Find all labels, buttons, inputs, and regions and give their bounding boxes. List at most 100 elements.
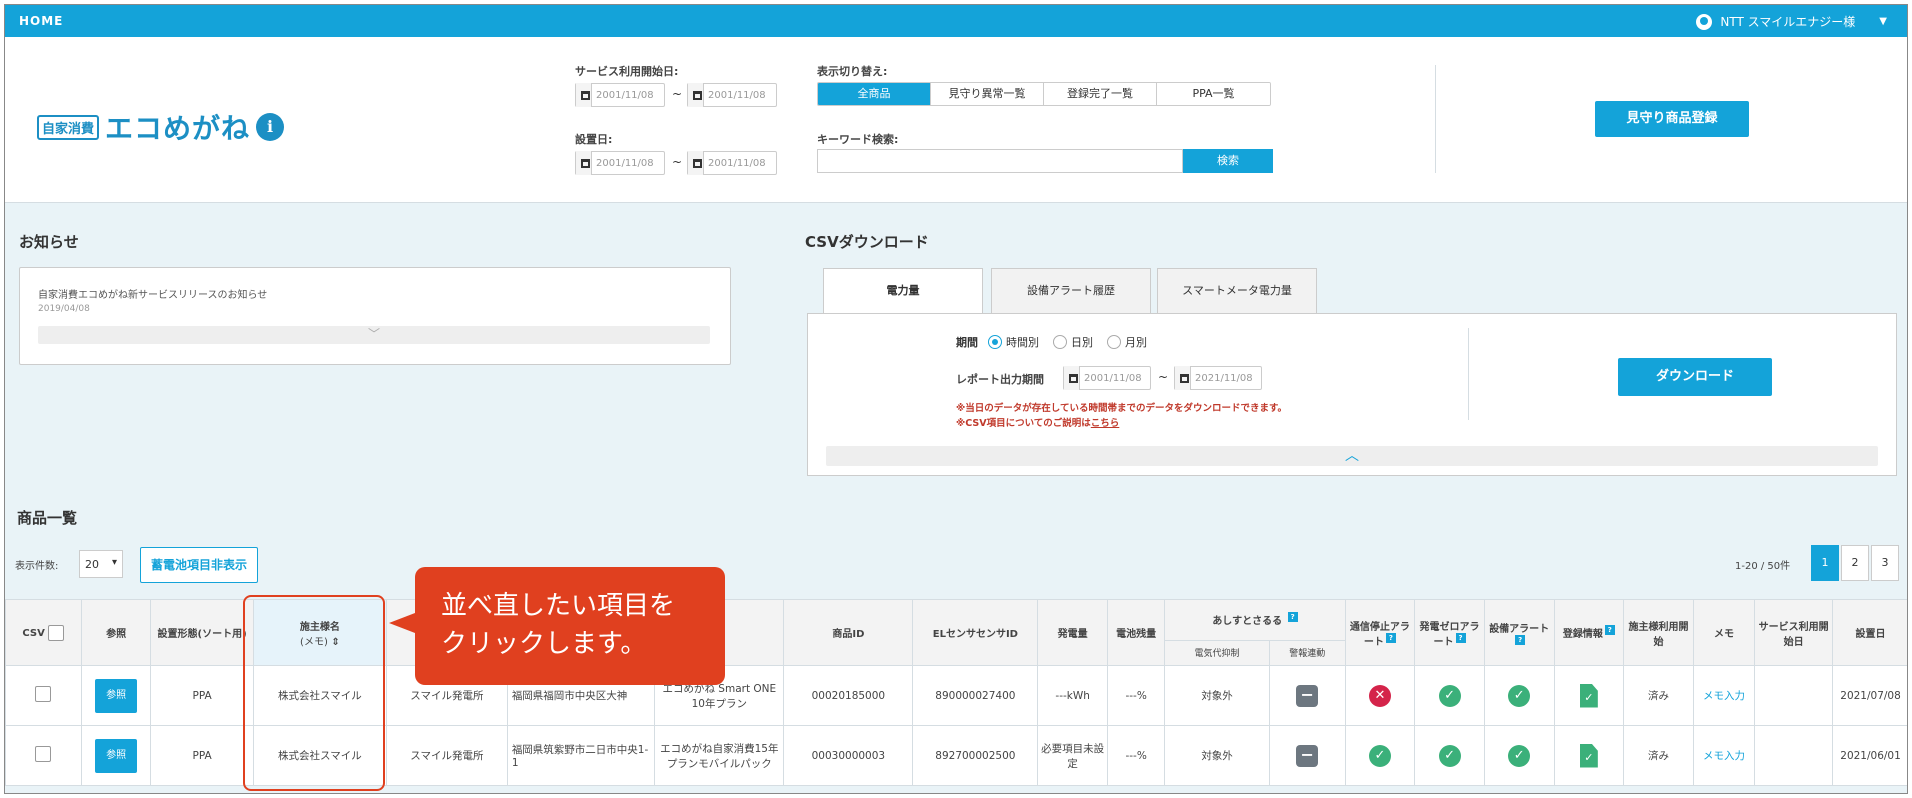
period-hourly[interactable]: 時間別 xyxy=(988,334,1039,350)
col-owner[interactable]: 施主様名 (メモ) ⇕ xyxy=(252,599,387,666)
service-start-from[interactable]: 2001/11/08 xyxy=(575,83,665,107)
cell-owner: 株式会社スマイル xyxy=(252,665,387,726)
logo-name: エコめがね xyxy=(105,112,251,145)
callout-line-1: 並べ直したい項目を xyxy=(441,591,676,621)
logo: 自家消費 エコめがね i xyxy=(37,107,285,147)
info-icon[interactable]: i xyxy=(256,113,285,141)
tab-power[interactable]: 電力量 xyxy=(823,268,983,315)
calendar-icon xyxy=(576,151,592,175)
check-icon: ✓ xyxy=(1508,684,1531,707)
service-start-to[interactable]: 2001/11/08 xyxy=(687,83,777,107)
check-icon: ✓ xyxy=(1438,744,1461,767)
home-link[interactable]: HOME xyxy=(19,14,63,28)
document-icon[interactable]: ✓ xyxy=(1579,743,1598,768)
csv-help-link[interactable]: こちら xyxy=(1091,418,1120,429)
view-option-all[interactable]: 全商品 xyxy=(818,83,931,105)
count-label: 表示件数: xyxy=(15,561,59,572)
view-option-registered[interactable]: 登録完了一覧 xyxy=(1044,83,1157,105)
col-el-sensor[interactable]: ELセンサセンサID xyxy=(912,599,1039,666)
row-checkbox[interactable] xyxy=(35,746,52,762)
page-size-select[interactable]: 20 xyxy=(79,550,123,578)
service-start-label: サービス利用開始日: xyxy=(575,65,679,78)
document-icon[interactable]: ✓ xyxy=(1579,683,1598,708)
row-checkbox[interactable] xyxy=(35,686,52,702)
help-icon[interactable]: ? xyxy=(1385,632,1396,643)
col-ref[interactable]: 参照 xyxy=(80,599,152,666)
error-icon: ✕ xyxy=(1368,684,1391,707)
expand-notice-button[interactable]: ﹀ xyxy=(38,326,710,344)
table-row: 参照 PPA 株式会社スマイル スマイル発電所 福岡県福岡市中央区大神 エコめが… xyxy=(5,665,1907,726)
cell-installed: 2021/07/08 xyxy=(1832,665,1907,726)
page-3[interactable]: 3 xyxy=(1871,545,1899,581)
collapse-csv-button[interactable]: ︿ xyxy=(826,446,1878,466)
col-product-id[interactable]: 商品ID xyxy=(783,599,914,666)
col-comm-alert[interactable]: 通信停止アラート? xyxy=(1344,599,1416,666)
period-monthly[interactable]: 月別 xyxy=(1107,334,1147,350)
help-icon[interactable]: ? xyxy=(1287,612,1298,623)
select-all-checkbox[interactable] xyxy=(48,624,65,641)
notice-panel: 自家消費エコめがね新サービスリリースのお知らせ 2019/04/08 ﹀ xyxy=(19,267,731,365)
cell-el-sensor: 892700002500 xyxy=(912,725,1039,786)
view-switch-label: 表示切り替え: xyxy=(817,65,888,78)
col-generation[interactable]: 発電量 xyxy=(1037,599,1108,666)
cell-type: PPA xyxy=(150,725,254,786)
notice-item[interactable]: 自家消費エコめがね新サービスリリースのお知らせ xyxy=(38,286,267,301)
col-service-start[interactable]: サービス利用開始日 xyxy=(1754,599,1834,666)
download-button[interactable]: ダウンロード xyxy=(1618,358,1772,396)
table-row: 参照 PPA 株式会社スマイル スマイル発電所 福岡県筑紫野市二日市中央1-1 … xyxy=(5,725,1907,786)
range-separator: ~ xyxy=(672,87,683,101)
check-icon: ✓ xyxy=(1508,744,1531,767)
col-memo[interactable]: メモ xyxy=(1692,599,1756,666)
search-button[interactable]: 検索 xyxy=(1183,149,1273,173)
notice-title: お知らせ xyxy=(19,233,79,251)
chevron-up-icon: ︿ xyxy=(1345,448,1359,464)
col-registration[interactable]: 登録情報? xyxy=(1553,599,1625,666)
cell-product-id: 00030000003 xyxy=(783,725,914,786)
install-date-from[interactable]: 2001/11/08 xyxy=(575,151,665,175)
period-daily[interactable]: 日別 xyxy=(1053,334,1093,350)
col-suppress: 電気代抑制 xyxy=(1164,639,1270,667)
report-period-label: レポート出力期間 xyxy=(956,373,1044,386)
install-date-to[interactable]: 2001/11/08 xyxy=(687,151,777,175)
help-icon[interactable]: ? xyxy=(1515,634,1526,645)
ref-button[interactable]: 参照 xyxy=(95,738,138,773)
minus-icon: − xyxy=(1296,684,1319,707)
report-from[interactable]: 2001/11/08 xyxy=(1063,366,1151,390)
cell-address: 福岡県筑紫野市二日市中央1-1 xyxy=(506,725,656,786)
col-owner-start[interactable]: 施主様利用開始 xyxy=(1623,599,1694,666)
cell-product-id: 00020185000 xyxy=(783,665,914,726)
col-installed[interactable]: 設置日 xyxy=(1832,599,1907,666)
sort-icon[interactable]: ⇕ xyxy=(331,637,339,648)
report-to[interactable]: 2021/11/08 xyxy=(1174,366,1262,390)
memo-link[interactable]: メモ入力 xyxy=(1703,690,1745,702)
col-type[interactable]: 設置形態(ソート用) xyxy=(150,599,254,666)
cell-owner-start: 済み xyxy=(1623,665,1694,726)
col-zero-alert[interactable]: 発電ゼロアラート? xyxy=(1414,599,1485,666)
view-option-watch-errors[interactable]: 見守り異常一覧 xyxy=(931,83,1044,105)
help-icon[interactable]: ? xyxy=(1604,625,1615,635)
tab-equipment-alert[interactable]: 設備アラート履歴 xyxy=(991,268,1151,314)
chevron-down-icon[interactable]: ▼ xyxy=(1879,16,1887,27)
help-icon[interactable]: ? xyxy=(1455,632,1466,643)
view-option-ppa[interactable]: PPA一覧 xyxy=(1157,83,1270,105)
battery-toggle-button[interactable]: 蓄電池項目非表示 xyxy=(140,547,258,583)
memo-link[interactable]: メモ入力 xyxy=(1703,750,1745,762)
tab-smartmeter[interactable]: スマートメータ電力量 xyxy=(1157,268,1317,314)
user-menu[interactable]: NTT スマイルエナジー様 ▼ xyxy=(1696,13,1887,30)
result-range: 1-20 / 50件 xyxy=(1735,561,1791,572)
col-equip-alert[interactable]: 設備アラート? xyxy=(1483,599,1555,666)
ref-button[interactable]: 参照 xyxy=(95,678,138,713)
cell-service-start xyxy=(1754,725,1834,786)
csv-title: CSVダウンロード xyxy=(805,233,929,251)
cell-plan: エコめがね自家消費15年プランモバイルパック xyxy=(654,725,785,786)
col-battery[interactable]: 電池残量 xyxy=(1106,599,1166,666)
minus-icon: − xyxy=(1296,744,1319,767)
page-2[interactable]: 2 xyxy=(1841,545,1869,581)
range-separator: ~ xyxy=(1158,370,1169,384)
page-1[interactable]: 1 xyxy=(1811,545,1839,581)
keyword-input[interactable] xyxy=(817,149,1183,173)
calendar-icon xyxy=(1064,366,1080,390)
product-table: CSV 参照 設置形態(ソート用) 施主様名 (メモ) ⇕ 商品ID ELセンサセ… xyxy=(5,599,1907,786)
register-product-button[interactable]: 見守り商品登録 xyxy=(1595,101,1749,137)
calendar-icon xyxy=(1175,366,1191,390)
